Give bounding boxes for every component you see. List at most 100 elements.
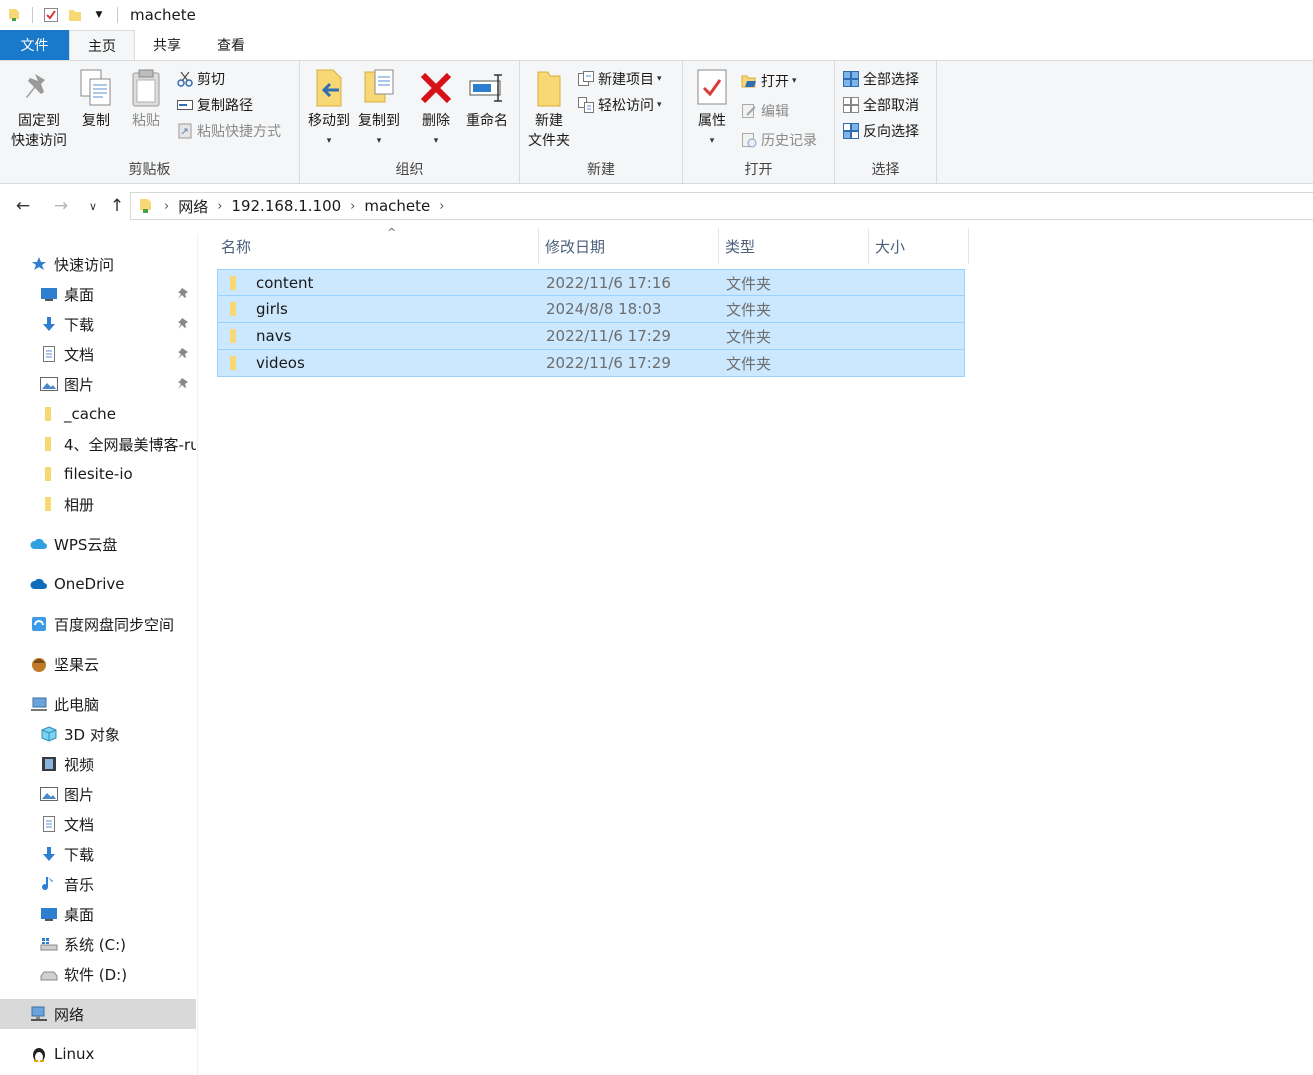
up-arrow-icon[interactable]: ↑ [106, 195, 128, 217]
chevron-right-icon[interactable]: › [345, 199, 360, 214]
sidebar-item-baidu-netdisk[interactable]: 百度网盘同步空间 [0, 609, 196, 639]
paste-button[interactable]: 粘贴 [124, 67, 168, 131]
sidebar-item-pictures-pc[interactable]: 图片 [0, 779, 196, 809]
clipboard-group: 固定到 快速访问 复制 粘贴 剪切 复制路径 粘贴快捷方式 剪贴板 [0, 61, 300, 183]
pin-to-quick-access-button[interactable]: 固定到 快速访问 [6, 67, 72, 151]
column-header-type[interactable]: 类型 [719, 228, 869, 264]
sidebar-item-label: 音乐 [64, 875, 95, 894]
pin-icon[interactable] [176, 316, 190, 330]
new-item-button[interactable]: 新建项目 ▾ [578, 67, 662, 91]
table-row[interactable]: girls 2024/8/8 18:03 文件夹 [217, 296, 965, 323]
tab-view[interactable]: 查看 [199, 30, 263, 60]
chevron-right-icon[interactable]: › [159, 199, 174, 214]
sidebar-item-drive-c[interactable]: 系统 (C:) [0, 929, 196, 959]
table-row[interactable]: navs 2022/11/6 17:29 文件夹 [217, 323, 965, 350]
easy-access-button[interactable]: 轻松访问 ▾ [578, 93, 662, 117]
move-to-button[interactable]: 移动到 ▾ [304, 67, 354, 151]
sidebar-item-downloads[interactable]: 下载 [0, 309, 196, 339]
sidebar-item-desktop[interactable]: 桌面 [0, 279, 196, 309]
recent-locations-chevron-icon[interactable]: ∨ [82, 195, 104, 217]
column-header-size[interactable]: 大小 [869, 228, 969, 264]
sidebar-item-3d-objects[interactable]: 3D 对象 [0, 719, 196, 749]
sidebar-item-videos[interactable]: 视频 [0, 749, 196, 779]
chevron-right-icon[interactable]: › [434, 199, 449, 214]
sidebar-item-wps-cloud[interactable]: WPS云盘 [0, 529, 196, 559]
sidebar-item-documents[interactable]: 文档 [0, 339, 196, 369]
chevron-down-icon[interactable]: ▼ [91, 7, 107, 23]
copy-path-label: 复制路径 [197, 98, 253, 114]
linux-icon [30, 1045, 48, 1063]
ribbon-tabs: 文件 主页 共享 查看 [0, 30, 1313, 61]
document-icon [40, 345, 58, 363]
sidebar-item-network[interactable]: 网络 [0, 999, 196, 1029]
sidebar-item-music[interactable]: 音乐 [0, 869, 196, 899]
history-button[interactable]: 历史记录 [741, 128, 817, 152]
delete-button[interactable]: 删除 ▾ [416, 67, 456, 151]
file-modified: 2022/11/6 17:16 [546, 274, 671, 292]
breadcrumb-network[interactable]: 网络 [174, 196, 212, 217]
pin-icon[interactable] [176, 376, 190, 390]
back-arrow-icon[interactable]: ← [12, 195, 34, 217]
edit-label: 编辑 [761, 104, 789, 120]
table-row[interactable]: content 2022/11/6 17:16 文件夹 [217, 269, 965, 296]
copy-path-button[interactable]: 复制路径 [177, 93, 253, 117]
column-header-modified[interactable]: 修改日期 [539, 228, 719, 264]
properties-label: 属性 [698, 113, 726, 129]
new-folder-label-line2: 文件夹 [528, 133, 570, 149]
breadcrumb-host[interactable]: 192.168.1.100 [227, 197, 345, 215]
copy-to-button[interactable]: 复制到 ▾ [354, 67, 404, 151]
sidebar-item-drive-d[interactable]: 软件 (D:) [0, 959, 196, 989]
sidebar-item-documents-pc[interactable]: 文档 [0, 809, 196, 839]
sidebar-item-label: WPS云盘 [54, 535, 118, 554]
file-name-cell: navs [226, 323, 291, 349]
sidebar-item-linux[interactable]: Linux [0, 1039, 196, 1069]
address-bar[interactable]: › 网络 › 192.168.1.100 › machete › [130, 192, 1313, 220]
copy-button[interactable]: 复制 [76, 67, 116, 131]
sidebar-item-filesite-io[interactable]: filesite-io [0, 459, 196, 489]
pin-icon[interactable] [176, 346, 190, 360]
sidebar-item-blog-folder[interactable]: 4、全网最美博客-ru [0, 429, 196, 459]
document-icon [40, 815, 58, 833]
invert-selection-button[interactable]: 反向选择 [843, 119, 919, 143]
file-type: 文件夹 [726, 354, 772, 373]
sidebar-item-onedrive[interactable]: OneDrive [0, 569, 196, 599]
pin-icon[interactable] [176, 286, 190, 300]
breadcrumb-folder[interactable]: machete [360, 197, 434, 215]
column-header-name[interactable]: 名称 ^ [215, 226, 539, 264]
rename-button[interactable]: 重命名 [462, 67, 512, 131]
sidebar-item-desktop-pc[interactable]: 桌面 [0, 899, 196, 929]
sidebar-item-album[interactable]: 相册 [0, 489, 196, 519]
properties-button[interactable]: 属性 ▾ [687, 67, 737, 151]
open-button[interactable]: 打开 ▾ [741, 69, 797, 93]
file-name: navs [256, 327, 292, 345]
new-folder-icon[interactable] [67, 7, 83, 23]
drive-c-icon [40, 935, 58, 953]
paste-shortcut-button[interactable]: 粘贴快捷方式 [177, 119, 281, 143]
invert-selection-icon [843, 123, 859, 139]
sidebar-item-quick-access[interactable]: 快速访问 [0, 249, 196, 279]
music-icon [40, 875, 58, 893]
network-folder-icon [6, 7, 22, 23]
copy-label: 复制 [82, 113, 110, 129]
select-none-button[interactable]: 全部取消 [843, 93, 919, 117]
new-group-label: 新建 [587, 162, 615, 178]
ribbon: 固定到 快速访问 复制 粘贴 剪切 复制路径 粘贴快捷方式 剪贴板 移动到 ▾ … [0, 60, 1313, 184]
tab-share[interactable]: 共享 [135, 30, 199, 60]
sidebar-item-cache[interactable]: _cache [0, 399, 196, 429]
properties-check-icon[interactable] [43, 7, 59, 23]
cut-button[interactable]: 剪切 [177, 67, 225, 91]
table-row[interactable]: videos 2022/11/6 17:29 文件夹 [217, 350, 965, 377]
forward-arrow-icon[interactable]: → [50, 195, 72, 217]
sidebar-item-nutstore[interactable]: 坚果云 [0, 649, 196, 679]
tab-file[interactable]: 文件 [0, 30, 69, 60]
chevron-down-icon: ▾ [792, 76, 797, 86]
tab-home[interactable]: 主页 [69, 30, 135, 61]
sidebar-item-pictures[interactable]: 图片 [0, 369, 196, 399]
edit-button[interactable]: 编辑 [741, 99, 789, 123]
sidebar-item-downloads-pc[interactable]: 下载 [0, 839, 196, 869]
sidebar-item-this-pc[interactable]: 此电脑 [0, 689, 196, 719]
chevron-right-icon[interactable]: › [212, 199, 227, 214]
select-all-button[interactable]: 全部选择 [843, 67, 919, 91]
delete-label: 删除 [422, 113, 450, 129]
new-folder-button[interactable]: 新建 文件夹 [524, 67, 574, 151]
